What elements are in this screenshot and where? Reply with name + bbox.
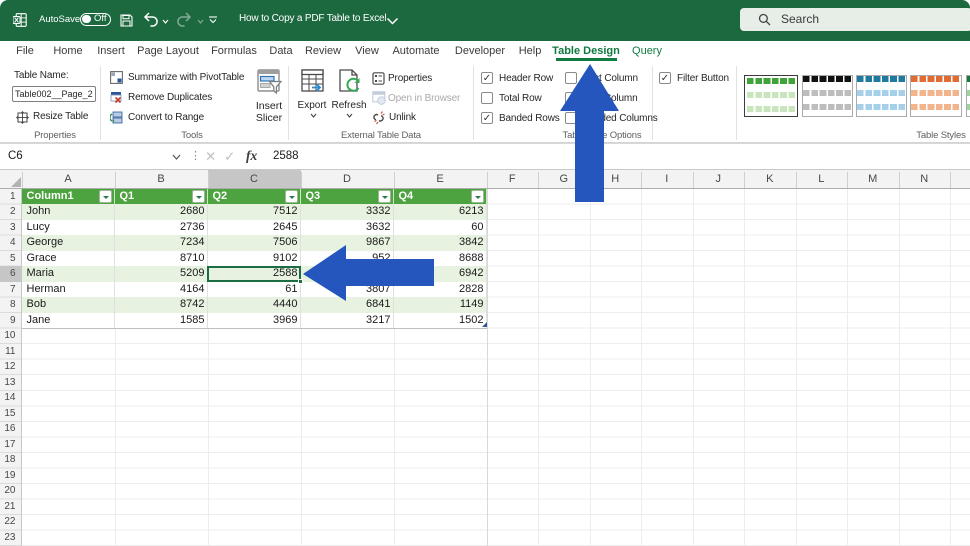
svg-text:X: X — [14, 15, 19, 24]
